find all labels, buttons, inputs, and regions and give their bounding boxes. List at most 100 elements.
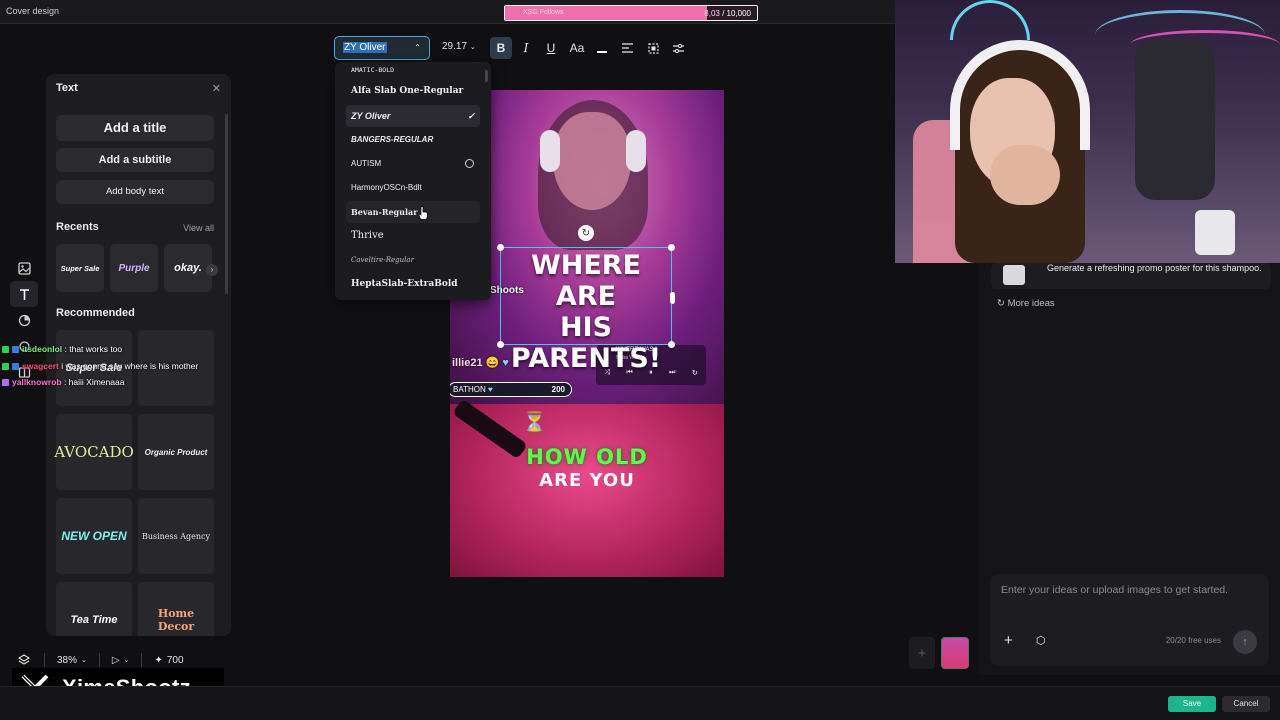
font-option[interactable]: HarmonyOSCn-Bdlt	[346, 177, 480, 199]
webcam-cup	[1195, 210, 1235, 255]
prompt-suggestion[interactable]: Generate a refreshing promo poster for t…	[991, 263, 1271, 289]
subheading-green[interactable]: HOW OLD	[450, 445, 724, 469]
bold-button[interactable]: B	[490, 37, 512, 59]
chevron-down-icon: ⌄	[123, 657, 130, 664]
hand-cursor-icon	[418, 206, 428, 220]
chevron-right-icon[interactable]: ›	[206, 264, 218, 276]
more-ideas-button[interactable]: ↻ More ideas	[997, 298, 1055, 309]
add-body-text-button[interactable]: Add body text	[56, 180, 214, 204]
layers-icon[interactable]	[10, 654, 38, 666]
prompt-input-placeholder[interactable]: Enter your ideas or upload images to get…	[1001, 584, 1228, 596]
template-tile[interactable]: AVOCADO	[54, 414, 134, 490]
cancel-button[interactable]: Cancel	[1222, 696, 1270, 712]
subheading-white[interactable]: ARE YOU	[450, 470, 724, 491]
template-tile-label: Organic Product	[144, 447, 208, 457]
chevron-down-icon: ⌄	[469, 44, 476, 51]
photo-headphone	[540, 130, 560, 172]
resize-handle[interactable]	[668, 244, 675, 251]
add-page-button[interactable]: +	[909, 637, 935, 669]
adjust-settings-icon[interactable]	[667, 37, 689, 59]
prompt-composer[interactable]: Enter your ideas or upload images to get…	[990, 574, 1269, 666]
zoom-value: 38%	[57, 654, 78, 666]
chat-text: i was gonna say where is his mother	[58, 360, 199, 371]
text-tool-icon[interactable]	[10, 281, 38, 307]
follow-goal-bar: XSG Follows 8,03 / 10,000	[504, 5, 758, 21]
underline-button[interactable]: U	[540, 37, 562, 59]
send-icon[interactable]: ↑	[1233, 630, 1257, 654]
font-family-value: ZY Oliver	[343, 42, 387, 53]
follow-goal-count: 8,03 / 10,000	[704, 9, 751, 18]
template-tile[interactable]: Home Decor	[138, 582, 214, 636]
chat-user: yallknowrob	[12, 377, 62, 387]
add-attachment-icon[interactable]: +	[1004, 632, 1013, 649]
divider	[98, 653, 100, 667]
close-icon[interactable]: ✕	[212, 82, 221, 95]
recents-heading: Recents	[56, 221, 99, 233]
recent-template-3[interactable]: okay.	[164, 244, 212, 292]
subathon-bar: BATHON ♥ 200	[450, 382, 572, 397]
recent-template-2[interactable]: Purple	[110, 244, 158, 292]
refresh-icon: ↻	[997, 298, 1005, 309]
font-option[interactable]: AUTISM	[346, 153, 480, 175]
text-case-button[interactable]: Aa	[566, 37, 588, 59]
design-canvas[interactable]: Shoots WHERE WAS I Noba Woods ⤨ ⏮ ⏸ ⏭ ↻ …	[450, 90, 724, 577]
image-tool-icon[interactable]	[10, 255, 38, 281]
stream-chat-overlay: itsdeonlol : that works too swagcert i w…	[2, 344, 198, 394]
count-indicator[interactable]: ✦ 700	[154, 655, 183, 666]
suggestion-text: Generate a refreshing promo poster for t…	[1047, 263, 1262, 273]
font-option[interactable]: HeptaSlab-ExtraBold	[346, 273, 480, 295]
effects-icon[interactable]	[642, 37, 664, 59]
chat-message: itsdeonlol : that works too	[2, 344, 198, 361]
neon-light	[950, 0, 1030, 40]
divider	[141, 653, 143, 667]
footer-bar: Save Cancel	[0, 686, 1280, 720]
free-uses-counter: 20/20 free uses	[1165, 636, 1221, 645]
font-option[interactable]: Thrive	[346, 225, 480, 247]
save-button[interactable]: Save	[1168, 696, 1216, 712]
add-subtitle-button[interactable]: Add a subtitle	[56, 148, 214, 172]
resize-handle[interactable]	[497, 244, 504, 251]
template-tile[interactable]: NEW OPEN	[56, 498, 132, 574]
shapes-tool-icon[interactable]	[10, 307, 38, 333]
view-all-link[interactable]: View all	[183, 223, 214, 233]
recent-template-1[interactable]: Super Sale	[56, 244, 104, 292]
sparkle-icon: ✦	[154, 654, 163, 666]
template-tile[interactable]: Tea Time	[56, 582, 132, 636]
webcam-headphones	[950, 40, 1090, 150]
cube-icon[interactable]: ⬡	[1036, 634, 1046, 647]
template-tile[interactable]: Organic Product	[138, 414, 214, 490]
font-dropdown: AMATIC-BOLD Alfa Slab One-Regular ZY Oli…	[335, 62, 491, 300]
font-family-select[interactable]: ZY Oliver ⌃	[334, 36, 430, 60]
align-left-icon[interactable]	[616, 37, 638, 59]
resize-handle[interactable]	[497, 341, 504, 348]
font-option[interactable]: AMATIC-BOLD	[346, 62, 480, 81]
font-size-value: 29.17	[442, 41, 468, 52]
resize-handle[interactable]	[670, 292, 675, 304]
font-option[interactable]: BANGERS-REGULAR	[346, 129, 480, 151]
rotate-icon[interactable]: ↻	[578, 225, 594, 241]
font-option-selected[interactable]: ZY Oliver ✓	[346, 105, 480, 127]
template-tile-label: Home Decor	[157, 607, 195, 633]
recent-template-label: Purple	[118, 262, 150, 274]
template-tile-label: NEW OPEN	[61, 529, 127, 543]
font-option[interactable]: Alfa Slab One-Regular	[346, 80, 480, 102]
template-tile[interactable]: Business Agency	[138, 498, 214, 574]
chat-text: : that works too	[62, 344, 123, 354]
font-option-label: ZY Oliver	[351, 111, 391, 121]
text-color-icon[interactable]	[591, 37, 613, 59]
add-title-button[interactable]: Add a title	[56, 115, 214, 141]
chat-message: yallknowrob : haiii Ximenaaa	[2, 377, 198, 394]
recommended-heading: Recommended	[56, 307, 135, 319]
selection-box[interactable]	[497, 244, 675, 348]
play-dropdown[interactable]: ▷ ⌄	[112, 655, 130, 666]
font-option[interactable]: Caveltire-Regular	[346, 249, 480, 271]
font-size-select[interactable]: 29.17 ⌄	[442, 41, 476, 52]
italic-button[interactable]: I	[515, 37, 537, 59]
resize-handle[interactable]	[668, 341, 675, 348]
dropdown-scrollbar[interactable]	[485, 70, 488, 82]
page-thumbnail[interactable]	[941, 637, 969, 669]
zoom-dropdown[interactable]: 38% ⌄	[57, 655, 87, 666]
font-option[interactable]: Bevan-Regular	[346, 201, 480, 223]
panel-scrollbar[interactable]	[225, 114, 228, 294]
ai-assistant-panel: Generate a refreshing promo poster for t…	[979, 263, 1280, 675]
